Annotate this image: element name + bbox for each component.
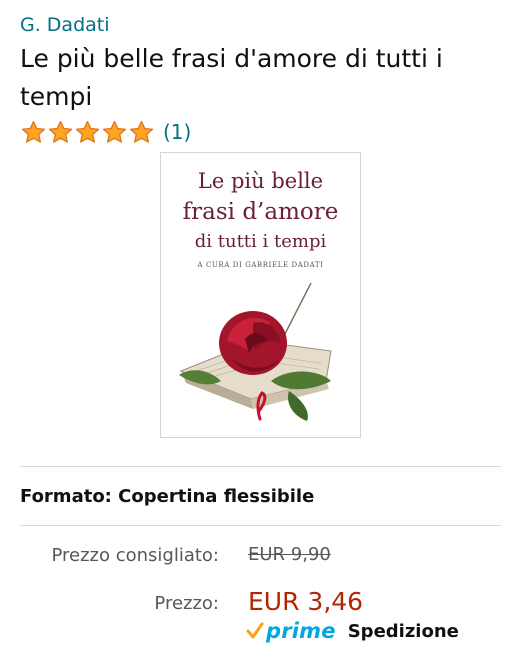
cover-title-line1: Le più belle [197,169,324,193]
rating-count-link[interactable]: (1) [163,120,191,144]
star-rating [20,119,155,146]
format-label: Formato: [20,486,112,507]
rose-illustration [179,282,332,421]
price-value: EUR 3,46 [248,587,364,616]
book-cover-image[interactable]: Le più belle frasi d’amore di tutti i te… [160,152,361,438]
cover-title-line2: frasi d’amore [182,199,339,225]
prime-logo-text: prime [266,619,336,643]
divider [20,525,501,526]
star-icon [75,120,100,143]
cover-subtitle: A CURA DI GABRIELE DADATI [197,261,324,269]
prime-check-icon [246,622,264,639]
divider [20,466,501,467]
price-label: Prezzo: [154,593,219,614]
prime-badge: prime Spedizione [245,619,459,643]
star-icon [102,120,127,143]
star-icon [48,120,73,143]
star-icon [21,120,46,143]
list-price-label: Prezzo consigliato: [51,545,219,566]
author-link[interactable]: G. Dadati [20,14,110,36]
cover-title-line3: di tutti i tempi [194,231,327,252]
product-title: Le più belle frasi d'amore di tutti i te… [20,44,443,111]
format-selector[interactable]: Formato: Copertina flessibile [20,486,314,507]
format-value: Copertina flessibile [118,486,315,507]
star-icon [129,120,154,143]
list-price-value: EUR 9,90 [248,544,331,565]
rating-row[interactable]: (1) [20,117,191,147]
shipping-text: Spedizione [347,620,459,642]
